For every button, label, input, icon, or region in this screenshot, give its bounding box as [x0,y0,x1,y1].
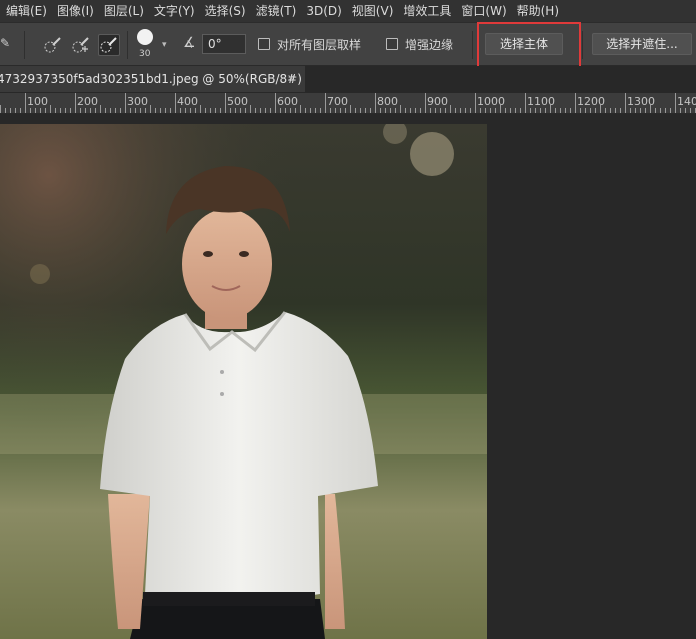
menu-layer[interactable]: 图层(L) [99,0,149,22]
ruler-label: 100 [27,95,48,108]
angle-icon: ∡ [183,35,196,51]
quick-selection-new-icon[interactable] [42,34,64,56]
menu-bar: 编辑(E) 图像(I) 图层(L) 文字(Y) 选择(S) 滤镜(T) 3D(D… [0,0,696,22]
ruler-label: 1300 [627,95,655,108]
ruler-label: 1200 [577,95,605,108]
menu-3d[interactable]: 3D(D) [301,0,346,22]
quick-selection-brush-icon[interactable] [98,34,120,56]
brush-preview-icon[interactable] [137,29,153,45]
brush-size-value: 30 [139,49,151,59]
separator [127,31,128,59]
quick-selection-add-icon[interactable] [70,34,92,56]
boy-photo [0,124,487,639]
document-image[interactable] [0,124,487,639]
menu-filter[interactable]: 滤镜(T) [251,0,302,22]
document-tab-bar: 4732937350f5ad302351bd1.jpeg @ 50%(RGB/8… [0,66,696,92]
ruler-label: 500 [227,95,248,108]
ruler-label: 1100 [527,95,555,108]
options-bar: ✎ 30 ▾ ∡ 0° 对所有图层取样 增强边缘 选择主体 选择并遮住... [0,22,696,69]
sample-all-layers-checkbox[interactable] [258,38,270,50]
ruler-label: 140 [677,95,696,108]
menu-type[interactable]: 文字(Y) [149,0,200,22]
sample-all-layers-label: 对所有图层取样 [277,38,362,52]
separator [472,31,473,59]
close-icon[interactable]: × [287,66,295,92]
canvas-area[interactable] [0,114,696,639]
menu-edit[interactable]: 编辑(E) [0,0,52,22]
ruler-label: 800 [377,95,398,108]
ruler-label: 1000 [477,95,505,108]
chevron-down-icon[interactable]: ▾ [162,40,167,50]
tool-preset-fragment-icon[interactable]: ✎ [0,36,10,52]
menu-select[interactable]: 选择(S) [200,0,251,22]
document-tab[interactable]: 4732937350f5ad302351bd1.jpeg @ 50%(RGB/8… [0,66,305,92]
menu-plugins[interactable]: 增效工具 [398,0,456,22]
menu-help[interactable]: 帮助(H) [512,0,564,22]
ruler-label: 700 [327,95,348,108]
highlight-box [477,22,581,69]
separator [24,31,25,59]
ruler-label: 600 [277,95,298,108]
select-and-mask-button[interactable]: 选择并遮住... [592,33,692,55]
menu-image[interactable]: 图像(I) [52,0,99,22]
enhance-edge-label: 增强边缘 [405,38,454,52]
ruler-label: 200 [77,95,98,108]
separator [582,31,583,59]
enhance-edge-checkbox[interactable] [386,38,398,50]
menu-view[interactable]: 视图(V) [347,0,399,22]
ruler-label: 900 [427,95,448,108]
menu-window[interactable]: 窗口(W) [456,0,511,22]
horizontal-ruler[interactable]: 100 200 300 400 500 600 700 800 900 1000… [0,93,696,114]
angle-input[interactable]: 0° [202,34,246,54]
ruler-label: 400 [177,95,198,108]
ruler-label: 300 [127,95,148,108]
document-tab-title: 4732937350f5ad302351bd1.jpeg @ 50%(RGB/8… [0,72,302,86]
